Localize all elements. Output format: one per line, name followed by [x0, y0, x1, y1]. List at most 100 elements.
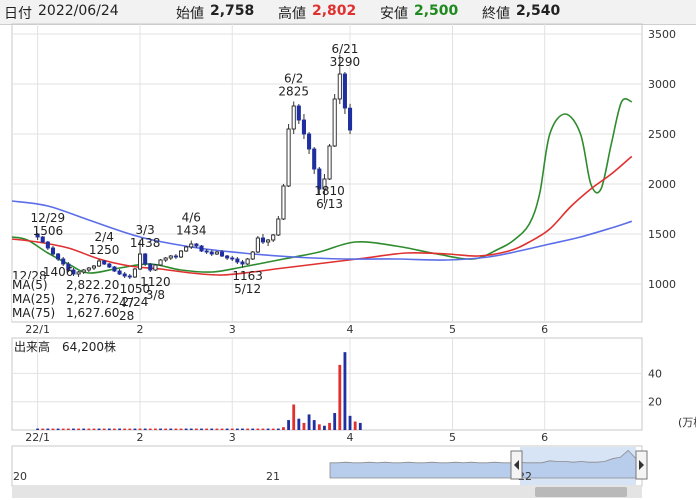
- candle-up: [91, 265, 96, 269]
- volume-bar: [271, 428, 275, 430]
- candle-down: [194, 243, 199, 247]
- candle-up: [214, 251, 219, 255]
- ma75-legend-label: MA(75): [12, 306, 55, 320]
- price-date-axis: 22/1 2 3 4 5 6: [25, 323, 548, 336]
- volume-bar: [225, 428, 229, 430]
- volume-axis: 2040: [648, 367, 662, 408]
- volume-bar: [317, 424, 321, 430]
- partial-label: 47: [119, 296, 134, 310]
- candle-down: [45, 241, 50, 249]
- volume-bar: [353, 421, 357, 430]
- volume-bar: [343, 352, 347, 430]
- date-tick-label: 5: [449, 323, 456, 336]
- volume-bar: [133, 428, 137, 430]
- candle-up: [276, 218, 281, 236]
- candle-down: [225, 255, 230, 259]
- annotation-label: 3/3: [136, 223, 155, 237]
- annotation-label: 6/13: [316, 197, 343, 211]
- ma25-legend-label: MA(25): [12, 292, 55, 306]
- volume-bar: [297, 418, 301, 430]
- volume-bar: [154, 428, 157, 430]
- candle-down: [61, 258, 66, 265]
- volume-bar: [164, 428, 168, 430]
- annotation-label: 3/8: [146, 288, 165, 302]
- volume-bar: [256, 428, 260, 430]
- candle-down: [117, 270, 122, 275]
- price-tick-label: 3500: [648, 28, 676, 41]
- volume-bar: [56, 428, 60, 430]
- navigator-right-handle[interactable]: [635, 450, 648, 480]
- stock-chart: 12/29150614062/4125010502/243/3143811203…: [11, 23, 696, 498]
- high-low-annotations: 12/29150614062/4125010502/243/3143811203…: [12, 42, 360, 309]
- candle-up: [332, 98, 337, 147]
- volume-date-tick: 3: [229, 431, 236, 444]
- volume-bar: [200, 428, 203, 430]
- volume-date-tick: 22/1: [25, 431, 50, 444]
- volume-bar: [292, 404, 296, 430]
- partial-label: 28: [119, 309, 134, 323]
- volume-tick-label: 20: [648, 396, 662, 409]
- volume-bar: [41, 428, 45, 430]
- volume-bar: [92, 428, 96, 430]
- annotation-label: 4/6: [182, 211, 201, 225]
- volume-bar: [97, 428, 101, 430]
- annotation-label: 1434: [176, 224, 207, 238]
- range-navigator: 20 21 22: [12, 447, 648, 498]
- volume-bar: [358, 422, 362, 430]
- annotation-label: 1506: [33, 224, 64, 238]
- candle-down: [219, 251, 225, 257]
- candle-up: [250, 251, 255, 260]
- candle-up: [168, 255, 173, 259]
- candle-up: [245, 258, 250, 265]
- volume-bar: [235, 428, 239, 430]
- candle-up: [189, 243, 194, 248]
- volume-bar: [220, 428, 224, 430]
- ma25-line: [11, 155, 633, 276]
- volume-bar: [102, 428, 106, 430]
- candle-up: [184, 246, 189, 252]
- candle-down: [342, 73, 347, 109]
- ma5-legend-value: 2,822.20: [66, 278, 119, 292]
- date-tick-label: 22/1: [25, 323, 50, 336]
- volume-value: 64,200株: [62, 339, 116, 354]
- volume-bar: [143, 428, 147, 430]
- candle-up: [266, 239, 271, 243]
- candle-down: [56, 253, 61, 260]
- candle-down: [107, 263, 112, 268]
- candle-down: [240, 261, 245, 265]
- candle-down: [312, 148, 317, 170]
- volume-bar: [46, 428, 50, 430]
- candle-up: [337, 73, 342, 100]
- volume-bar: [179, 428, 183, 430]
- volume-bar: [251, 428, 255, 430]
- volume-bar: [77, 428, 80, 430]
- candle-up: [153, 264, 158, 271]
- volume-date-tick: 6: [541, 431, 548, 444]
- candle-up: [138, 253, 143, 270]
- volume-bar: [51, 428, 55, 430]
- volume-bar: [338, 364, 342, 430]
- date-tick-label: 2: [137, 323, 144, 336]
- volume-bar: [87, 428, 91, 430]
- volume-bars: [36, 352, 362, 430]
- annotation-label: 1406: [43, 265, 74, 279]
- volume-bar: [241, 428, 244, 430]
- navigator-year-label: 20: [13, 470, 27, 483]
- annotation-label: 2/4: [95, 230, 114, 244]
- scrollbar-thumb[interactable]: [535, 487, 627, 497]
- volume-bar: [82, 428, 86, 430]
- candle-up: [76, 271, 81, 275]
- annotation-label: 2825: [278, 85, 309, 99]
- volume-bar: [184, 428, 188, 430]
- volume-bar: [205, 428, 209, 430]
- candle-up: [286, 128, 291, 187]
- volume-bar: [312, 420, 316, 430]
- navigator-left-handle[interactable]: [510, 450, 523, 480]
- volume-bar: [61, 428, 65, 430]
- volume-bar: [276, 428, 280, 430]
- volume-bar: [174, 428, 178, 430]
- candle-down: [230, 257, 235, 260]
- candle-up: [132, 268, 137, 278]
- volume-bar: [215, 428, 219, 430]
- candle-up: [291, 105, 296, 130]
